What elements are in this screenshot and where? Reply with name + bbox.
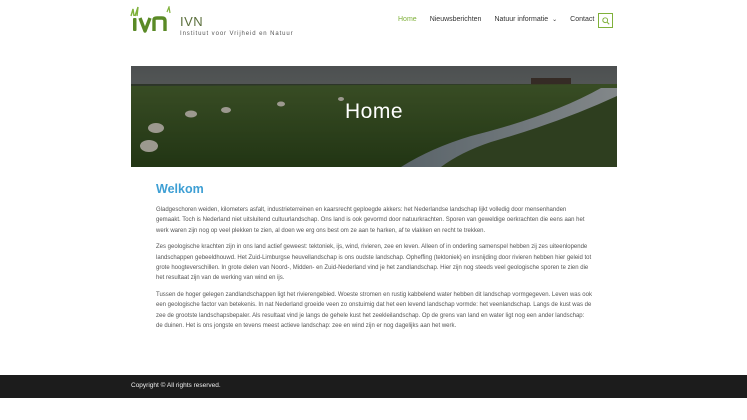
search-icon [601, 16, 610, 25]
nav-item-home[interactable]: Home [398, 16, 417, 23]
page-bottom-margin [0, 398, 747, 420]
main-nav: Home Nieuwsberichten Natuur informatie ⌄ … [398, 16, 607, 23]
copyright-text: Copyright © All rights reserved. [131, 382, 221, 389]
nav-item-nieuwsberichten[interactable]: Nieuwsberichten [430, 16, 482, 23]
nav-item-natuur-informatie-label: Natuur informatie [494, 16, 549, 23]
intro-paragraph-3: Tussen de hoger gelegen zandlandschappen… [156, 291, 592, 330]
site-title[interactable]: IVN [180, 14, 203, 29]
search-button[interactable] [598, 13, 613, 28]
ivn-logo[interactable] [129, 4, 173, 34]
nav-item-contact[interactable]: Contact [570, 16, 594, 23]
site-header: IVN Instituut voor Vrijheid en Natuur Ho… [0, 0, 747, 56]
main-content: Welkom Gladgeschoren weiden, kilometers … [156, 182, 592, 337]
chevron-down-icon: ⌄ [552, 17, 558, 23]
site-footer: Copyright © All rights reserved. [0, 375, 747, 398]
nav-item-natuur-informatie[interactable]: Natuur informatie ⌄ [494, 16, 557, 23]
hero-banner: Home [131, 66, 617, 167]
hero-title: Home [344, 100, 404, 123]
welcome-heading: Welkom [156, 182, 204, 196]
intro-paragraph-2: Zes geologische krachten zijn in ons lan… [156, 244, 592, 282]
intro-paragraph-1: Gladgeschoren weiden, kilometers asfalt,… [156, 207, 585, 234]
site-tagline: Instituut voor Vrijheid en Natuur [180, 31, 294, 37]
